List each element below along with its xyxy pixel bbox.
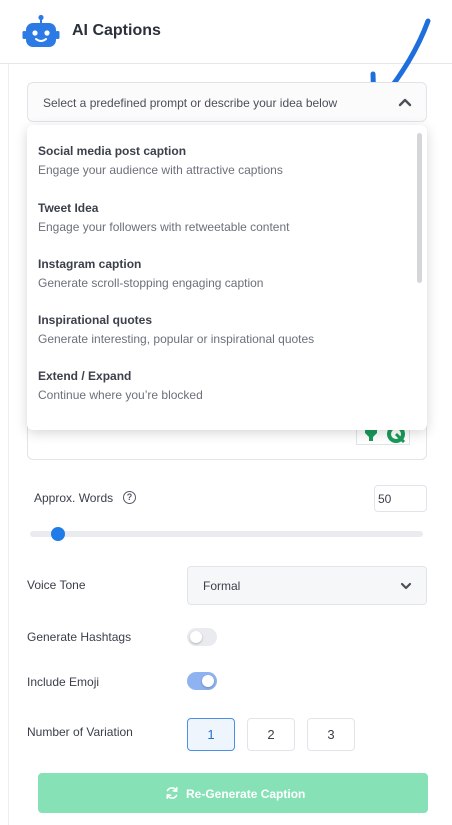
app-header: AI Captions [0, 0, 452, 64]
option-title: Instagram caption [38, 257, 142, 271]
words-label: Approx. Words [34, 491, 114, 505]
tone-value: Formal [203, 579, 241, 593]
prompt-option-instagram[interactable]: Instagram caption Generate scroll-stoppi… [38, 257, 263, 290]
variation-label: Number of Variation [27, 725, 133, 739]
prompt-dropdown: Social media post caption Engage your au… [27, 125, 427, 430]
prompt-select[interactable]: Select a predefined prompt or describe y… [27, 82, 427, 122]
variation-button-1[interactable]: 1 [187, 718, 235, 751]
page-title: AI Captions [72, 22, 161, 39]
chevron-down-icon [400, 582, 412, 590]
refresh-icon [166, 787, 178, 799]
prompt-option-tweet[interactable]: Tweet Idea Engage your followers with re… [38, 201, 289, 234]
panel-divider [8, 64, 9, 825]
help-circle-icon[interactable]: ? [123, 491, 136, 504]
prompt-option-quotes[interactable]: Inspirational quotes Generate interestin… [38, 313, 314, 346]
toggle-knob [190, 631, 202, 643]
emoji-toggle[interactable] [187, 672, 217, 690]
regenerate-label: Re-Generate Caption [186, 787, 306, 801]
option-description: Engage your followers with retweetable c… [38, 220, 290, 234]
dropdown-scrollbar-thumb[interactable] [417, 133, 422, 283]
option-title: Inspirational quotes [38, 313, 153, 327]
robot-icon [22, 14, 60, 47]
chevron-up-icon[interactable] [398, 97, 412, 107]
regenerate-button[interactable]: Re-Generate Caption [38, 773, 428, 813]
option-description: Generate scroll-stopping engaging captio… [38, 276, 264, 290]
hashtags-label: Generate Hashtags [27, 630, 132, 644]
option-title: Social media post caption [38, 144, 187, 158]
option-description: Engage your audience with attractive cap… [38, 163, 283, 177]
prompt-select-placeholder: Select a predefined prompt or describe y… [43, 96, 338, 110]
option-description: Generate interesting, popular or inspira… [38, 332, 315, 346]
words-slider-track[interactable] [30, 531, 423, 537]
variation-button-3[interactable]: 3 [307, 718, 355, 751]
prompt-option-extend[interactable]: Extend / Expand Continue where you’re bl… [38, 369, 203, 402]
option-title: Extend / Expand [38, 369, 132, 383]
words-slider-thumb[interactable] [51, 527, 65, 541]
prompt-option-social-media[interactable]: Social media post caption Engage your au… [38, 144, 283, 177]
words-input[interactable]: 50 [374, 485, 427, 512]
tone-select[interactable]: Formal [187, 566, 427, 605]
tone-label: Voice Tone [27, 578, 86, 592]
option-description: Continue where you’re blocked [38, 388, 203, 402]
toggle-knob [202, 675, 214, 687]
hashtags-toggle[interactable] [187, 628, 217, 646]
option-title: Tweet Idea [38, 201, 99, 215]
emoji-label: Include Emoji [27, 675, 100, 689]
variation-button-2[interactable]: 2 [247, 718, 295, 751]
